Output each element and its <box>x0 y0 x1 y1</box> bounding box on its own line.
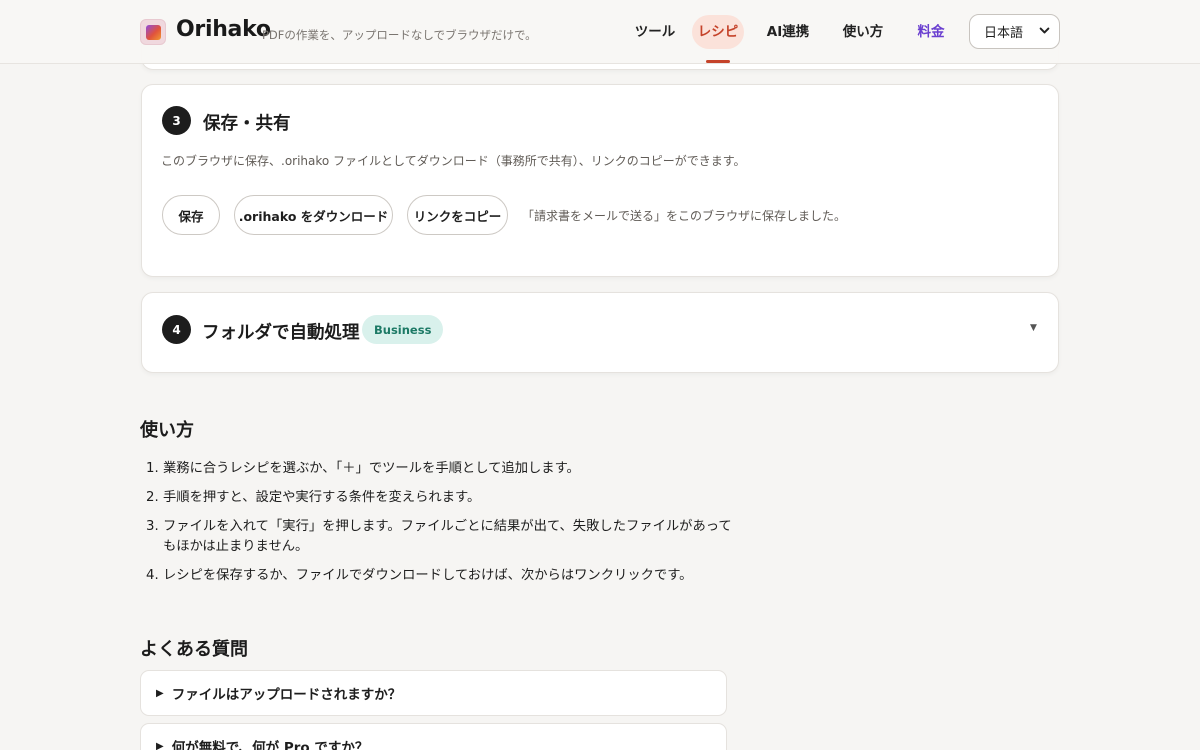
faq-item-upload[interactable]: ▶ ファイルはアップロードされますか？ <box>140 670 727 716</box>
logo-icon[interactable] <box>140 19 166 45</box>
step-number-badge: 4 <box>162 315 191 344</box>
language-select[interactable]: 日本語 <box>969 14 1060 49</box>
nav-howto[interactable]: 使い方 <box>832 15 894 49</box>
step-card-save-share: 3 保存・共有 このブラウザに保存、.orihako ファイルとしてダウンロード… <box>141 84 1059 277</box>
copy-link-button[interactable]: リンクをコピー <box>407 195 508 235</box>
nav-recipes[interactable]: レシピ <box>692 15 744 63</box>
list-item: 3. ファイルを入れて「実行」を押します。ファイルごとに結果が出て、失敗したファ… <box>146 519 732 554</box>
tagline: PDFの作業を、アップロードなしでブラウザだけで。 <box>262 28 537 42</box>
business-plan-badge: Business <box>362 315 444 344</box>
step-description: このブラウザに保存、.orihako ファイルとしてダウンロード（事務所で共有）… <box>161 154 746 168</box>
language-value: 日本語 <box>984 26 1024 41</box>
faq-question: ファイルはアップロードされますか？ <box>171 687 402 703</box>
nav-ai[interactable]: AI連携 <box>757 15 819 49</box>
list-item: 1. 業務に合うレシピを選ぶか、「＋」でツールを手順として追加します。 <box>146 461 580 476</box>
list-item: 4. レシピを保存するか、ファイルでダウンロードしておけば、次からはワンクリック… <box>146 568 693 583</box>
disclosure-triangle-icon: ▶ <box>156 687 164 699</box>
brand-name[interactable]: Orihako <box>176 17 271 42</box>
nav-pricing[interactable]: 料金 <box>904 15 958 49</box>
save-button[interactable]: 保存 <box>162 195 220 235</box>
step-title: フォルダで自動処理 <box>202 323 360 343</box>
chevron-down-icon <box>1039 25 1050 39</box>
expand-caret-icon[interactable]: ▼ <box>1030 323 1037 333</box>
faq-item-free-pro[interactable]: ▶ 何が無料で、何が Pro ですか？ <box>140 723 727 750</box>
save-status-message: 「請求書をメールで送る」をこのブラウザに保存しました。 <box>522 209 847 223</box>
howto-heading: 使い方 <box>140 420 194 441</box>
howto-list: 1. 業務に合うレシピを選ぶか、「＋」でツールを手順として追加します。 2. 手… <box>146 459 746 595</box>
disclosure-triangle-icon: ▶ <box>156 740 164 750</box>
step-number-badge: 3 <box>162 106 191 135</box>
faq-heading: よくある質問 <box>140 639 248 660</box>
site-header: Orihako PDFの作業を、アップロードなしでブラウザだけで。 ツール レシ… <box>0 0 1200 64</box>
nav-tools[interactable]: ツール <box>624 15 686 49</box>
step-title: 保存・共有 <box>203 114 291 134</box>
download-orihako-button[interactable]: .orihako をダウンロード <box>234 195 393 235</box>
faq-question: 何が無料で、何が Pro ですか？ <box>171 740 369 750</box>
step-card-folder-automation[interactable]: 4 フォルダで自動処理 Business ▼ <box>141 292 1059 373</box>
page: Orihako PDFの作業を、アップロードなしでブラウザだけで。 ツール レシ… <box>0 0 1200 750</box>
list-item: 2. 手順を押すと、設定や実行する条件を変えられます。 <box>146 490 481 505</box>
